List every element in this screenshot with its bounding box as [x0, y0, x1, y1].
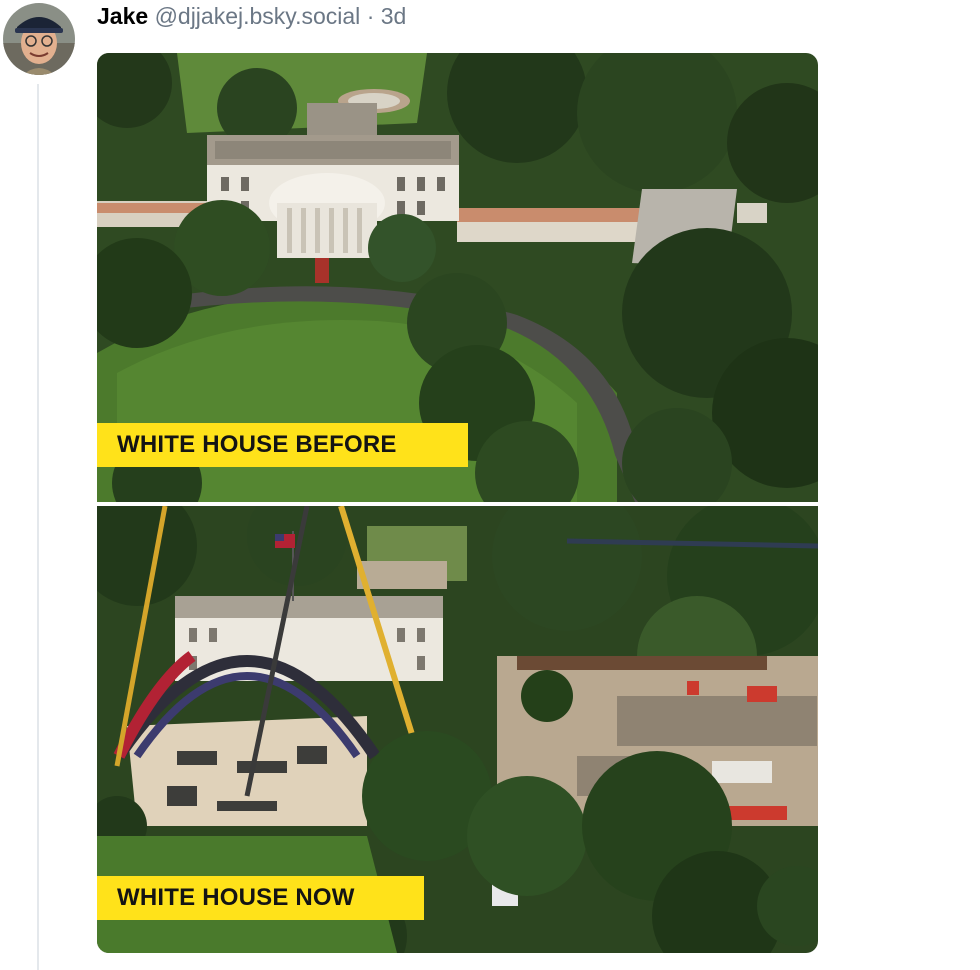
- header-separator: ·: [366, 3, 375, 29]
- author-handle[interactable]: @djjakej.bsky.social: [155, 3, 361, 29]
- before-caption: WHITE HOUSE BEFORE: [97, 423, 468, 467]
- avatar[interactable]: [3, 3, 75, 75]
- post-header: Jake @djjakej.bsky.social · 3d: [97, 2, 406, 30]
- now-photo: WHITE HOUSE NOW: [97, 506, 818, 953]
- before-photo: WHITE HOUSE BEFORE: [97, 53, 818, 502]
- now-caption: WHITE HOUSE NOW: [97, 876, 424, 920]
- thread-line: [37, 84, 39, 970]
- author-display-name[interactable]: Jake: [97, 3, 148, 29]
- user-avatar-icon: [3, 3, 75, 75]
- post-timestamp[interactable]: 3d: [381, 3, 407, 29]
- post-image[interactable]: WHITE HOUSE BEFORE WHITE HOUSE NOW: [97, 53, 818, 953]
